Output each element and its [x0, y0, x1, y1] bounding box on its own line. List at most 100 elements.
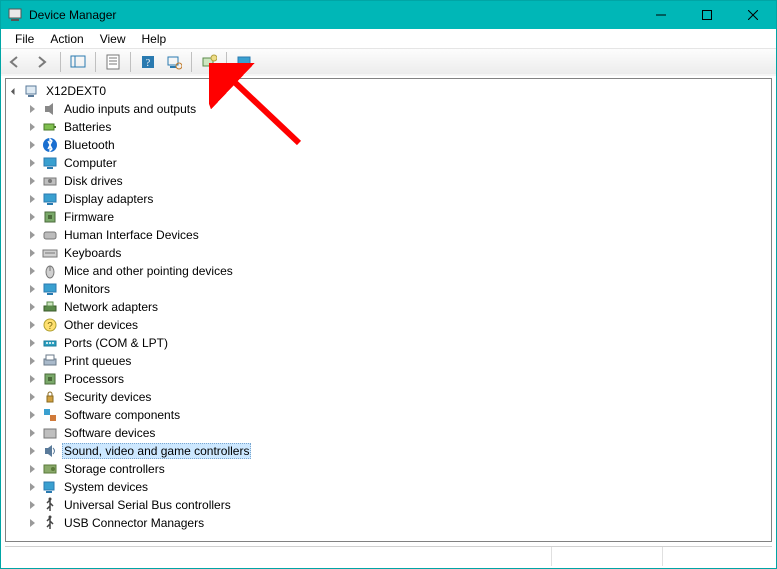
expand-toggle[interactable]	[26, 373, 38, 385]
expand-toggle[interactable]	[26, 139, 38, 151]
device-category[interactable]: Software devices	[26, 424, 771, 442]
minimize-button[interactable]	[638, 1, 684, 29]
expand-toggle[interactable]	[26, 427, 38, 439]
menu-action[interactable]: Action	[42, 30, 91, 48]
properties-button[interactable]	[101, 51, 125, 73]
toolbar: ?	[1, 49, 776, 75]
device-category[interactable]: Security devices	[26, 388, 771, 406]
expand-toggle[interactable]	[26, 157, 38, 169]
cpu-icon	[42, 371, 58, 387]
expand-toggle[interactable]	[26, 193, 38, 205]
device-category-label: Bluetooth	[62, 138, 117, 152]
tree-root-label: X12DEXT0	[44, 84, 108, 98]
device-category-label: Other devices	[62, 318, 140, 332]
expand-toggle[interactable]	[26, 229, 38, 241]
expand-toggle[interactable]	[26, 247, 38, 259]
device-category-label: Disk drives	[62, 174, 125, 188]
expand-toggle[interactable]	[26, 337, 38, 349]
device-category[interactable]: System devices	[26, 478, 771, 496]
device-tree-panel[interactable]: X12DEXT0 Audio inputs and outputsBatteri…	[5, 78, 772, 542]
menu-view[interactable]: View	[92, 30, 134, 48]
device-category[interactable]: USB Connector Managers	[26, 514, 771, 532]
device-category[interactable]: Bluetooth	[26, 136, 771, 154]
nav-back-button[interactable]	[5, 51, 29, 73]
show-hide-tree-button[interactable]	[66, 51, 90, 73]
audio-icon	[42, 101, 58, 117]
storage-icon	[42, 461, 58, 477]
expand-toggle[interactable]	[26, 319, 38, 331]
remote-computer-button[interactable]	[232, 51, 256, 73]
expand-toggle[interactable]	[26, 391, 38, 403]
nav-forward-button[interactable]	[31, 51, 55, 73]
expand-toggle[interactable]	[26, 481, 38, 493]
device-category[interactable]: Disk drives	[26, 172, 771, 190]
device-category[interactable]: Processors	[26, 370, 771, 388]
expand-toggle[interactable]	[26, 283, 38, 295]
legacy-hardware-button[interactable]	[197, 51, 221, 73]
device-category-label: Network adapters	[62, 300, 160, 314]
device-category[interactable]: Audio inputs and outputs	[26, 100, 771, 118]
device-category-label: Firmware	[62, 210, 116, 224]
device-category[interactable]: Display adapters	[26, 190, 771, 208]
device-category[interactable]: Software components	[26, 406, 771, 424]
swdev-icon	[42, 425, 58, 441]
scan-hardware-button[interactable]	[162, 51, 186, 73]
device-category[interactable]: Storage controllers	[26, 460, 771, 478]
device-category[interactable]: Human Interface Devices	[26, 226, 771, 244]
port-icon	[42, 335, 58, 351]
device-category[interactable]: Mice and other pointing devices	[26, 262, 771, 280]
expand-toggle[interactable]	[26, 463, 38, 475]
device-category-label: Storage controllers	[62, 462, 167, 476]
expand-toggle[interactable]	[26, 499, 38, 511]
toolbar-separator	[226, 52, 227, 72]
menu-help[interactable]: Help	[134, 30, 175, 48]
device-category[interactable]: Keyboards	[26, 244, 771, 262]
expand-toggle[interactable]	[26, 265, 38, 277]
help-button[interactable]: ?	[136, 51, 160, 73]
device-category-label: Ports (COM & LPT)	[62, 336, 170, 350]
maximize-button[interactable]	[684, 1, 730, 29]
device-category-label: Keyboards	[62, 246, 123, 260]
battery-icon	[42, 119, 58, 135]
toolbar-separator	[60, 52, 61, 72]
device-category[interactable]: Firmware	[26, 208, 771, 226]
expand-toggle[interactable]	[26, 355, 38, 367]
expand-toggle[interactable]	[26, 175, 38, 187]
device-category[interactable]: Batteries	[26, 118, 771, 136]
device-category[interactable]: Ports (COM & LPT)	[26, 334, 771, 352]
device-category-label: Print queues	[62, 354, 133, 368]
device-category[interactable]: Network adapters	[26, 298, 771, 316]
device-category-label: System devices	[62, 480, 150, 494]
expand-toggle[interactable]	[26, 211, 38, 223]
expand-toggle[interactable]	[26, 517, 38, 529]
keyboard-icon	[42, 245, 58, 261]
menu-file[interactable]: File	[7, 30, 42, 48]
device-category[interactable]: Computer	[26, 154, 771, 172]
device-category[interactable]: Sound, video and game controllers	[26, 442, 771, 460]
svg-text:?: ?	[47, 321, 53, 332]
device-category[interactable]: Monitors	[26, 280, 771, 298]
firmware-icon	[42, 209, 58, 225]
expand-toggle[interactable]	[26, 301, 38, 313]
security-icon	[42, 389, 58, 405]
device-category-label: Security devices	[62, 390, 153, 404]
tree-root[interactable]: X12DEXT0	[8, 82, 771, 100]
expand-toggle[interactable]	[26, 103, 38, 115]
expand-toggle[interactable]	[8, 85, 20, 97]
mouse-icon	[42, 263, 58, 279]
close-button[interactable]	[730, 1, 776, 29]
expand-toggle[interactable]	[26, 409, 38, 421]
sound-icon	[42, 443, 58, 459]
expand-toggle[interactable]	[26, 121, 38, 133]
disk-icon	[42, 173, 58, 189]
device-category[interactable]: ? Other devices	[26, 316, 771, 334]
device-category-label: Monitors	[62, 282, 112, 296]
app-icon	[7, 7, 23, 23]
usbconn-icon	[42, 515, 58, 531]
device-category-label: USB Connector Managers	[62, 516, 206, 530]
device-category[interactable]: Print queues	[26, 352, 771, 370]
hid-icon	[42, 227, 58, 243]
device-category[interactable]: Universal Serial Bus controllers	[26, 496, 771, 514]
expand-toggle[interactable]	[26, 445, 38, 457]
device-category-label: Computer	[62, 156, 119, 170]
